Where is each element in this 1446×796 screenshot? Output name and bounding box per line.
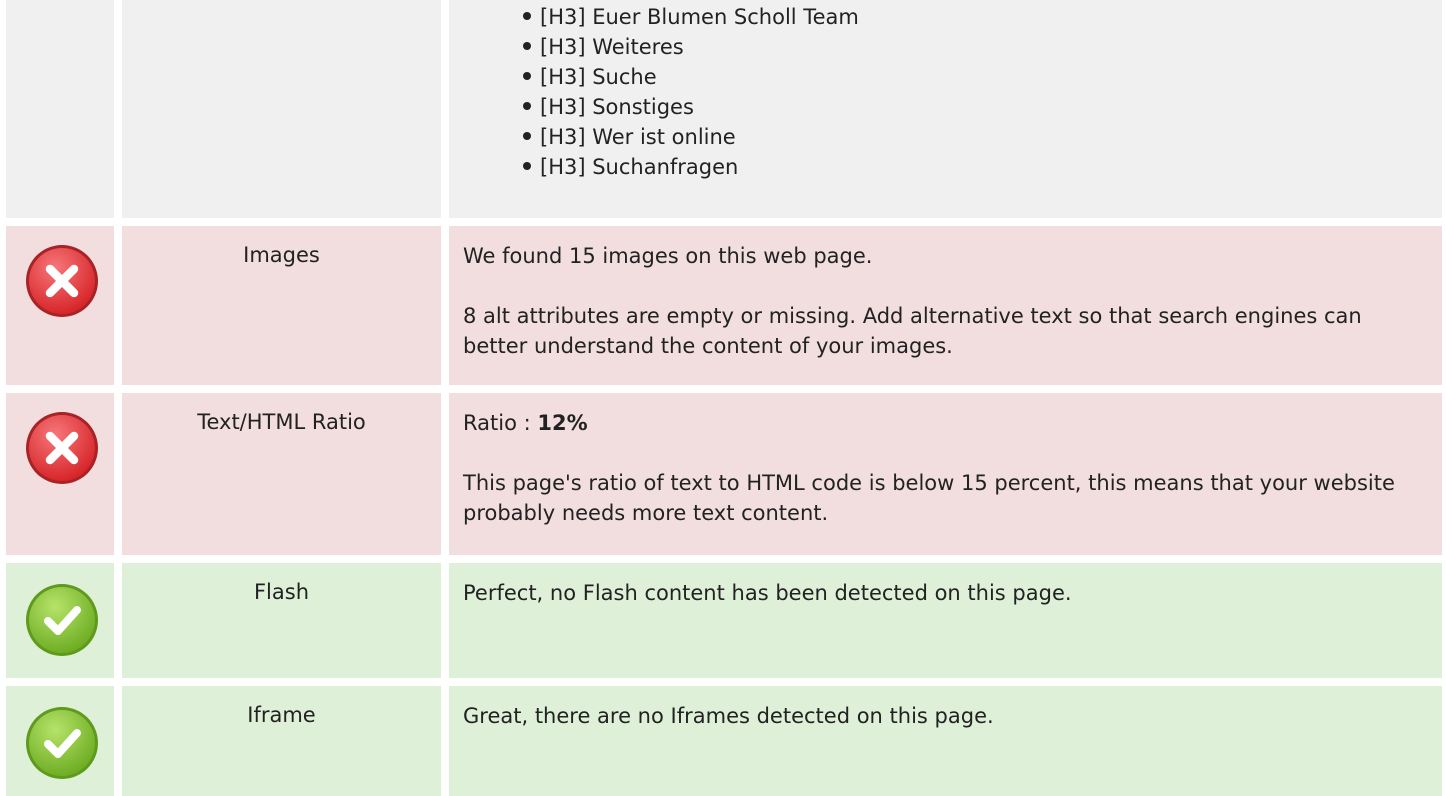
flash-label: Flash <box>122 563 441 678</box>
check-icon <box>26 584 98 656</box>
heading-item: [H3] Suchanfragen <box>523 152 1428 182</box>
flash-content: Perfect, no Flash content has been detec… <box>449 563 1442 678</box>
ratio-row: Text/HTML Ratio Ratio : 12% This page's … <box>0 393 1446 555</box>
headings-row: [H3] Euer Blumen Scholl Team [H3] Weiter… <box>0 0 1446 218</box>
error-x-icon <box>26 245 98 317</box>
images-summary: We found 15 images on this web page. <box>463 244 873 268</box>
iframe-label: Iframe <box>122 686 441 796</box>
iframe-content: Great, there are no Iframes detected on … <box>449 686 1442 796</box>
iframe-summary: Great, there are no Iframes detected on … <box>463 704 994 728</box>
ratio-label: Text/HTML Ratio <box>122 393 441 555</box>
ratio-content: Ratio : 12% This page's ratio of text to… <box>449 393 1442 555</box>
ratio-prefix: Ratio : <box>463 411 538 435</box>
heading-item: [H3] Weiteres <box>523 32 1428 62</box>
ratio-advice: This page's ratio of text to HTML code i… <box>463 471 1395 525</box>
ratio-summary: Ratio : 12% <box>463 393 1428 438</box>
heading-item: [H3] Suche <box>523 62 1428 92</box>
ratio-icon-cell <box>6 393 114 555</box>
iframe-icon-cell <box>6 686 114 796</box>
check-icon <box>26 707 98 779</box>
headings-list: [H3] Euer Blumen Scholl Team [H3] Weiter… <box>449 0 1428 182</box>
images-advice: 8 alt attributes are empty or missing. A… <box>463 304 1362 358</box>
heading-item: [H3] Wer ist online <box>523 122 1428 152</box>
images-icon-cell <box>6 226 114 385</box>
images-label: Images <box>122 226 441 385</box>
headings-content-cell: [H3] Euer Blumen Scholl Team [H3] Weiter… <box>449 0 1442 218</box>
flash-icon-cell <box>6 563 114 678</box>
flash-row: Flash Perfect, no Flash content has been… <box>0 563 1446 678</box>
images-content: We found 15 images on this web page. 8 a… <box>449 226 1442 385</box>
flash-summary: Perfect, no Flash content has been detec… <box>463 581 1072 605</box>
headings-icon-cell <box>6 0 114 218</box>
ratio-value: 12% <box>537 411 588 435</box>
iframe-row: Iframe Great, there are no Iframes detec… <box>0 686 1446 796</box>
error-x-icon <box>26 412 98 484</box>
images-row: Images We found 15 images on this web pa… <box>0 226 1446 385</box>
headings-label-cell <box>122 0 441 218</box>
heading-item: [H3] Sonstiges <box>523 92 1428 122</box>
heading-item: [H3] Euer Blumen Scholl Team <box>523 2 1428 32</box>
